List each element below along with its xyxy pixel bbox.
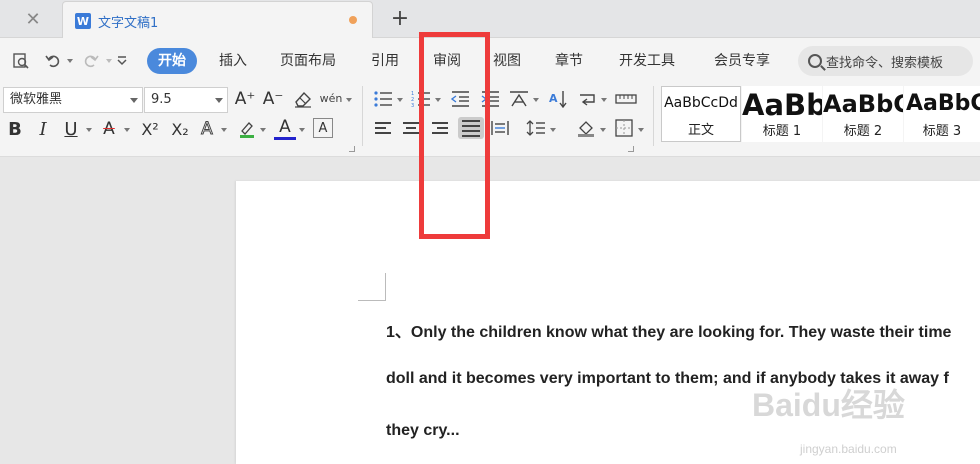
superscript-button[interactable]: X² xyxy=(136,118,164,140)
style-heading-3-sample: AaBbC xyxy=(906,91,980,116)
bold-button[interactable]: B xyxy=(4,118,26,140)
pinyin-guide-button[interactable]: wén xyxy=(320,87,343,109)
baidu-watermark-url: jingyan.baidu.com xyxy=(800,442,897,456)
font-size-select[interactable]: 9.5 xyxy=(144,87,228,113)
redo-dropdown-icon[interactable] xyxy=(106,59,112,63)
style-heading-2[interactable]: AaBbC 标题 2 xyxy=(823,86,903,142)
style-heading-2-name: 标题 2 xyxy=(843,124,883,139)
command-search-input[interactable]: 查找命令、搜索模板 xyxy=(798,46,973,76)
distributed-align-icon[interactable] xyxy=(489,117,511,139)
line-break-icon[interactable] xyxy=(577,88,599,110)
undo-icon[interactable] xyxy=(42,51,64,71)
style-heading-2-sample: AaBbC xyxy=(823,90,903,118)
annotation-highlight-box xyxy=(419,32,490,239)
shading-dropdown-icon[interactable] xyxy=(600,128,606,132)
search-placeholder: 查找命令、搜索模板 xyxy=(826,55,944,71)
pinyin-dropdown-icon[interactable] xyxy=(346,98,352,102)
italic-button[interactable]: I xyxy=(32,118,54,140)
grow-font-button[interactable]: A⁺ xyxy=(234,88,256,110)
search-icon xyxy=(808,54,822,68)
clear-format-eraser-icon[interactable] xyxy=(292,88,314,110)
undo-dropdown-icon[interactable] xyxy=(67,59,73,63)
style-normal-sample: AaBbCcDd xyxy=(664,95,738,111)
shading-bucket-icon[interactable] xyxy=(575,117,597,139)
highlight-pen-icon[interactable] xyxy=(236,118,258,140)
bullet-list-icon[interactable] xyxy=(372,88,394,110)
writer-doc-icon: W xyxy=(75,13,91,29)
borders-dropdown-icon[interactable] xyxy=(638,128,644,132)
text-direction-icon[interactable] xyxy=(508,88,530,110)
style-normal-name: 正文 xyxy=(687,123,714,138)
svg-text:A: A xyxy=(549,92,558,105)
font-color-dropdown-icon[interactable] xyxy=(299,128,305,132)
menu-tab-home[interactable]: 开始 xyxy=(147,48,197,74)
font-size-value: 9.5 xyxy=(151,92,172,107)
close-tab-icon[interactable]: ✕ xyxy=(22,8,44,30)
style-normal[interactable]: AaBbCcDd 正文 xyxy=(661,86,741,142)
style-heading-3[interactable]: AaBbC 标题 3 xyxy=(904,86,980,142)
text-effect-button[interactable]: A xyxy=(196,118,218,140)
subscript-button[interactable]: X₂ xyxy=(166,118,194,140)
sort-icon[interactable]: A xyxy=(547,88,569,110)
align-left-icon[interactable] xyxy=(372,117,394,139)
font-color-button[interactable]: A xyxy=(274,116,296,140)
font-dialog-launcher-icon[interactable] xyxy=(349,146,355,152)
bullet-list-dropdown-icon[interactable] xyxy=(397,98,403,102)
style-heading-1[interactable]: AaBb 标题 1 xyxy=(742,86,822,142)
show-ruler-icon[interactable] xyxy=(614,88,638,110)
menu-tab-developer[interactable]: 开发工具 xyxy=(619,48,675,74)
baidu-watermark: Baidu经验 xyxy=(752,387,905,423)
menu-tab-member[interactable]: 会员专享 xyxy=(714,48,770,74)
strikethrough-dropdown-icon[interactable] xyxy=(124,128,130,132)
font-family-value: 微软雅黑 xyxy=(10,92,63,107)
menu-tab-section[interactable]: 章节 xyxy=(555,48,583,74)
font-family-select[interactable]: 微软雅黑 xyxy=(3,87,143,113)
highlight-dropdown-icon[interactable] xyxy=(260,128,266,132)
group-divider xyxy=(362,86,363,146)
group-divider xyxy=(653,86,654,146)
new-tab-button[interactable]: + xyxy=(388,6,412,31)
customize-toolbar-icon[interactable] xyxy=(114,51,130,71)
svg-text:3: 3 xyxy=(411,103,414,108)
document-tab-title: 文字文稿1 xyxy=(98,16,159,31)
menu-tab-view[interactable]: 视图 xyxy=(493,48,521,74)
style-heading-1-name: 标题 1 xyxy=(762,124,802,139)
style-heading-1-sample: AaBb xyxy=(742,88,822,122)
menu-tab-page-layout[interactable]: 页面布局 xyxy=(280,48,336,74)
tab-strip: ✕ W 文字文稿1 + xyxy=(0,0,980,39)
line-spacing-dropdown-icon[interactable] xyxy=(550,128,556,132)
style-heading-3-name: 标题 3 xyxy=(922,124,962,139)
unsaved-indicator-icon xyxy=(349,16,357,24)
strikethrough-button[interactable]: A xyxy=(98,118,120,140)
redo-icon[interactable] xyxy=(80,51,102,71)
menu-tab-insert[interactable]: 插入 xyxy=(219,48,247,74)
line-spacing-icon[interactable] xyxy=(525,117,547,139)
margin-corner-mark xyxy=(358,273,386,301)
line-break-dropdown-icon[interactable] xyxy=(601,98,607,102)
shrink-font-button[interactable]: A⁻ xyxy=(262,88,284,110)
text-effect-dropdown-icon[interactable] xyxy=(221,128,227,132)
document-tab[interactable]: W 文字文稿1 xyxy=(62,1,373,39)
chevron-down-icon xyxy=(130,98,138,103)
menu-tab-references[interactable]: 引用 xyxy=(371,48,399,74)
underline-button[interactable]: U xyxy=(60,118,82,140)
document-line-3: they cry... xyxy=(386,422,460,439)
document-line-1: 1、Only the children know what they are l… xyxy=(386,324,952,341)
chevron-down-icon xyxy=(215,98,223,103)
text-direction-dropdown-icon[interactable] xyxy=(533,98,539,102)
underline-dropdown-icon[interactable] xyxy=(86,128,92,132)
print-preview-icon[interactable] xyxy=(10,51,32,71)
paragraph-dialog-launcher-icon[interactable] xyxy=(628,146,634,152)
borders-icon[interactable] xyxy=(613,117,635,139)
character-border-button[interactable]: A xyxy=(313,118,333,138)
